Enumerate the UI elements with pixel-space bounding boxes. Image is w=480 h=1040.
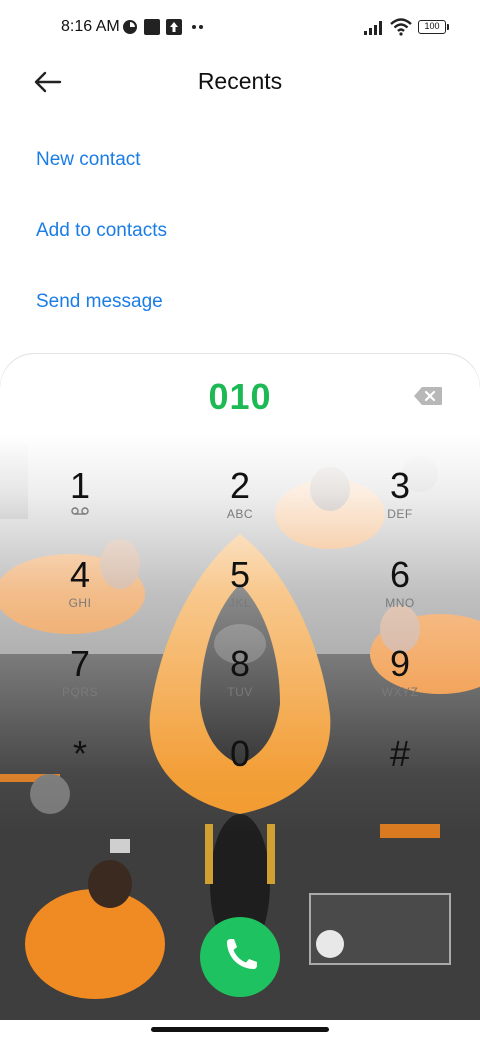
key-letters: TUV	[227, 685, 253, 699]
dial-key-0[interactable]: 0	[180, 734, 300, 814]
dialpad-panel: 010 1 2 ABC 3 DEF 4 GHI 5 JKL 6 MNO 7 PQ…	[0, 354, 480, 1020]
add-to-contacts-link[interactable]: Add to contacts	[36, 220, 167, 242]
back-arrow-icon[interactable]	[32, 68, 64, 96]
dial-key-star[interactable]: *	[20, 734, 140, 814]
app-circle-icon	[123, 20, 137, 34]
new-contact-link[interactable]: New contact	[36, 149, 141, 171]
key-digit: 5	[229, 554, 251, 595]
key-digit: *	[72, 733, 87, 774]
square-app-icon	[144, 19, 160, 35]
key-letters: DEF	[387, 507, 413, 521]
dial-key-9[interactable]: 9 WXYZ	[340, 644, 460, 724]
voicemail-icon	[71, 507, 89, 515]
call-button[interactable]	[200, 917, 280, 997]
home-indicator-bar	[0, 1020, 480, 1040]
more-dots-icon	[192, 25, 203, 29]
dial-key-7[interactable]: 7 PQRS	[20, 644, 140, 724]
key-letters: PQRS	[61, 685, 98, 699]
app-bar: Recents	[0, 56, 480, 108]
signal-icon	[364, 21, 382, 35]
dial-key-5[interactable]: 5 JKL	[180, 555, 300, 635]
dial-key-1[interactable]: 1	[20, 466, 140, 546]
dial-key-6[interactable]: 6 MNO	[340, 555, 460, 635]
key-digit: 9	[389, 643, 411, 684]
key-digit: 0	[229, 733, 251, 774]
status-time: 8:16 AM	[61, 18, 120, 35]
send-message-link[interactable]: Send message	[36, 291, 163, 313]
page-title: Recents	[197, 68, 283, 94]
battery-tip	[447, 24, 449, 30]
key-digit: 2	[229, 465, 251, 506]
phone-icon	[227, 939, 257, 969]
dial-key-hash[interactable]: #	[340, 734, 460, 814]
key-digit: 3	[389, 465, 411, 506]
key-digit: 1	[69, 465, 91, 506]
key-letters: GHI	[68, 596, 92, 610]
battery-icon: 100	[418, 20, 446, 34]
dial-key-4[interactable]: 4 GHI	[20, 555, 140, 635]
dial-key-8[interactable]: 8 TUV	[180, 644, 300, 724]
key-digit: #	[389, 733, 411, 774]
key-letters: ABC	[226, 507, 254, 521]
dialed-number: 010	[208, 376, 272, 417]
battery-level: 100	[424, 21, 440, 31]
wifi-icon	[390, 18, 412, 36]
dial-key-3[interactable]: 3 DEF	[340, 466, 460, 546]
dial-key-2[interactable]: 2 ABC	[180, 466, 300, 546]
key-digit: 6	[389, 554, 411, 595]
key-digit: 8	[229, 643, 251, 684]
status-bar: 8:16 AM 100	[0, 0, 480, 56]
key-letters: WXYZ	[381, 685, 419, 699]
key-digit: 7	[69, 643, 91, 684]
upload-icon	[166, 19, 182, 35]
key-letters: MNO	[385, 596, 415, 610]
backspace-icon[interactable]	[413, 386, 443, 406]
key-letters: JKL	[228, 596, 252, 610]
key-digit: 4	[69, 554, 91, 595]
home-indicator[interactable]	[151, 1027, 329, 1032]
